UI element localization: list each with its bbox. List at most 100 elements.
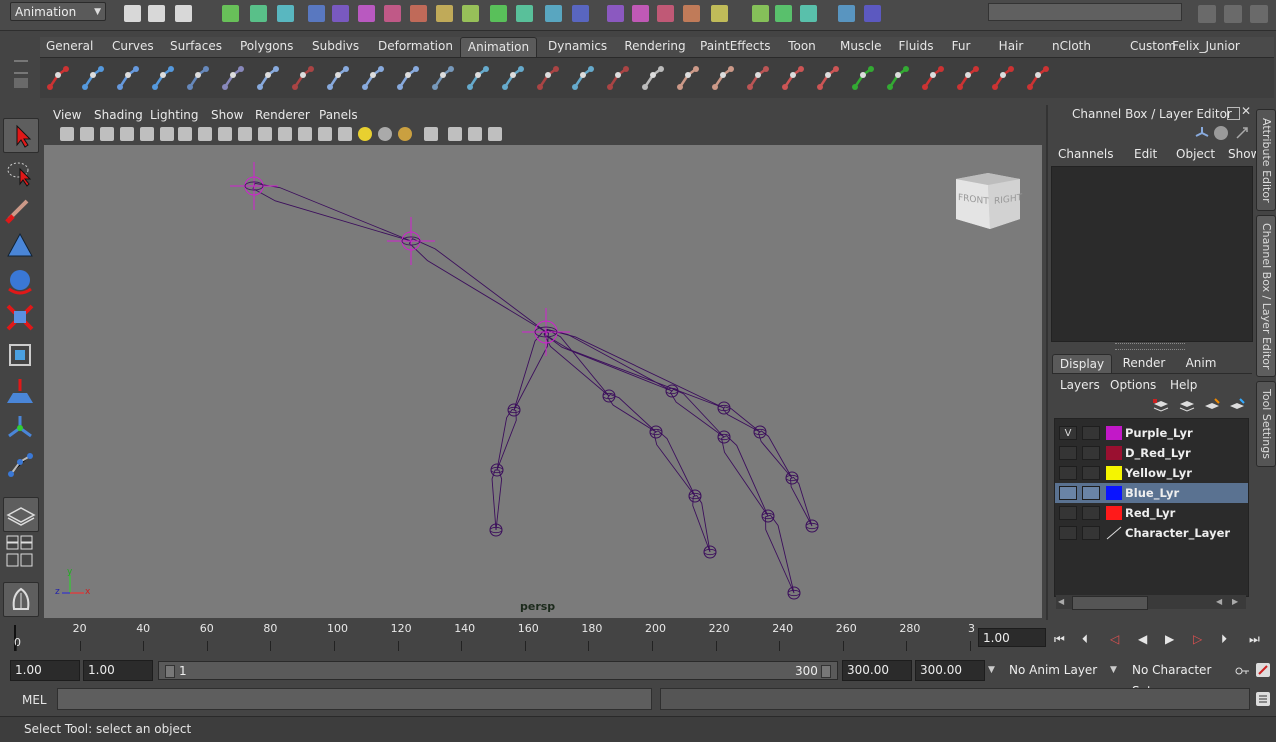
visibility-toggle[interactable] <box>1059 446 1077 460</box>
wireframe-icon[interactable] <box>278 127 292 141</box>
field-chart-icon[interactable] <box>218 127 232 141</box>
lights-icon[interactable] <box>358 127 372 141</box>
bone[interactable] <box>721 435 769 517</box>
command-input[interactable] <box>57 688 652 710</box>
wrap-icon[interactable] <box>744 61 772 95</box>
select-highlight-icon[interactable] <box>545 5 562 22</box>
four-pane-layout-icon[interactable] <box>3 534 37 550</box>
layer-color-swatch[interactable] <box>1106 466 1122 480</box>
new-layer-selected-icon[interactable] <box>1178 398 1196 414</box>
bind-skin-icon[interactable] <box>359 61 387 95</box>
channel-box-toggle-icon[interactable] <box>1250 5 1268 23</box>
clapper-icon[interactable] <box>800 5 817 22</box>
preferences-icon[interactable] <box>1256 663 1270 677</box>
select-object-icon[interactable] <box>250 5 267 22</box>
paint-weights-icon[interactable] <box>779 61 807 95</box>
visibility-toggle[interactable] <box>1059 506 1077 520</box>
smooth-skin-icon[interactable] <box>394 61 422 95</box>
xray-components-icon[interactable] <box>488 127 502 141</box>
layer-row-selected[interactable]: Blue_Lyr <box>1055 483 1248 503</box>
shelf-tab-animation[interactable]: Animation <box>460 37 537 57</box>
scale-tool-icon[interactable] <box>3 301 37 334</box>
play-forwards-icon[interactable]: ▶ <box>1165 632 1183 646</box>
rotate-tool-icon[interactable] <box>3 265 37 298</box>
lattice-icon[interactable] <box>464 61 492 95</box>
layer-color-swatch[interactable] <box>1106 426 1122 440</box>
hyperbolic-mode-icon[interactable] <box>1235 126 1249 140</box>
start-time-field[interactable]: 1.00 <box>10 660 80 681</box>
menu-panels[interactable]: Panels <box>319 108 358 122</box>
move-down-layer-icon[interactable] <box>1228 398 1246 414</box>
render-view-icon[interactable] <box>657 5 674 22</box>
single-pane-layout-icon[interactable] <box>3 497 39 532</box>
shelf-tab-hair[interactable]: Hair <box>998 37 1024 56</box>
layer-color-swatch-empty[interactable] <box>1106 526 1122 540</box>
scroll-left-icon[interactable]: ◀ <box>1058 597 1064 606</box>
grid-icon[interactable] <box>140 127 154 141</box>
scroll-right-icon[interactable]: ▶ <box>1232 597 1238 606</box>
construction-history-icon[interactable] <box>632 5 649 22</box>
menu-shading[interactable]: Shading <box>94 108 143 122</box>
speed-mode-icon[interactable] <box>1214 126 1228 140</box>
make-live-icon[interactable] <box>462 5 479 22</box>
move-tool-icon[interactable] <box>3 228 37 261</box>
layer-name[interactable]: D_Red_Lyr <box>1125 446 1191 460</box>
new-scene-icon[interactable] <box>124 5 141 22</box>
bookmarks-icon[interactable] <box>100 127 114 141</box>
visibility-toggle[interactable] <box>1059 526 1077 540</box>
step-back-frame-icon[interactable]: ⏴ <box>1082 632 1100 646</box>
select-hierarchy-icon[interactable] <box>222 5 239 22</box>
anim-layer-dropdown[interactable]: ▼ No Anim Layer ▼ <box>988 660 1118 681</box>
script-editor-icon[interactable] <box>1256 692 1270 706</box>
close-icon[interactable]: ✕ <box>1241 105 1253 117</box>
attribute-editor-toggle-icon[interactable] <box>1198 5 1216 23</box>
ik-spline-icon[interactable] <box>324 61 352 95</box>
view-cube[interactable]: FRONT RIGHT <box>948 169 1026 235</box>
snap-live-icon[interactable] <box>436 5 453 22</box>
scroll-thumb[interactable] <box>1072 596 1148 610</box>
menu-layers[interactable]: Layers <box>1060 378 1100 392</box>
snap-grid-icon[interactable] <box>332 5 349 22</box>
shelf-tab-general[interactable]: General <box>46 37 93 56</box>
character-icon[interactable] <box>674 61 702 95</box>
shelf-tab-toon[interactable]: Toon <box>786 37 818 56</box>
display-type-toggle[interactable] <box>1082 446 1100 460</box>
command-language-label[interactable]: MEL <box>22 693 47 707</box>
menu-help[interactable]: Help <box>1170 378 1197 392</box>
shelf-tab-curves[interactable]: Curves <box>112 37 154 56</box>
shelf-tab-muscle[interactable]: Muscle <box>840 37 882 56</box>
step-back-key-icon[interactable]: ◁ <box>1110 632 1128 646</box>
shelf-tab-surfaces[interactable]: Surfaces <box>170 37 222 56</box>
breakdown-key-icon[interactable] <box>114 61 142 95</box>
bone[interactable] <box>758 430 793 479</box>
scroll-left-icon[interactable]: ◀ <box>1216 597 1222 606</box>
history-icon[interactable] <box>490 5 507 22</box>
tab-anim[interactable]: Anim <box>1176 354 1226 373</box>
ipr-render-icon[interactable] <box>711 5 728 22</box>
hypershade-icon[interactable] <box>3 582 39 617</box>
layer-scrollbar[interactable]: ◀ ◀ ▶ <box>1056 595 1246 610</box>
open-scene-icon[interactable] <box>148 5 165 22</box>
viewport-persp[interactable]: FRONT RIGHT y x z <box>44 145 1042 618</box>
channel-list[interactable] <box>1051 166 1253 342</box>
film-gate-icon[interactable] <box>160 127 174 141</box>
display-type-toggle[interactable] <box>1082 426 1100 440</box>
camera-attrs-icon[interactable] <box>80 127 94 141</box>
safe-action-icon[interactable] <box>238 127 252 141</box>
tab-display[interactable]: Display <box>1052 354 1112 374</box>
menu-channels[interactable]: Channels <box>1058 147 1114 161</box>
universal-manipulator-icon[interactable] <box>3 338 37 371</box>
bone[interactable] <box>765 514 795 594</box>
lasso-tool-icon[interactable] <box>3 156 37 189</box>
motion-trail-icon[interactable] <box>149 61 177 95</box>
bone[interactable] <box>496 408 517 471</box>
layer-row[interactable]: D_Red_Lyr <box>1055 443 1248 463</box>
time-slider[interactable] <box>10 622 972 652</box>
xray-icon[interactable] <box>448 127 462 141</box>
shelf-tab-deformation[interactable]: Deformation <box>378 37 453 56</box>
layer-row[interactable]: V Purple_Lyr <box>1055 423 1248 443</box>
end-time-field[interactable]: 300.00 <box>915 660 985 681</box>
shadows-icon[interactable] <box>378 127 392 141</box>
menu-view[interactable]: View <box>53 108 81 122</box>
bone[interactable] <box>669 388 725 438</box>
